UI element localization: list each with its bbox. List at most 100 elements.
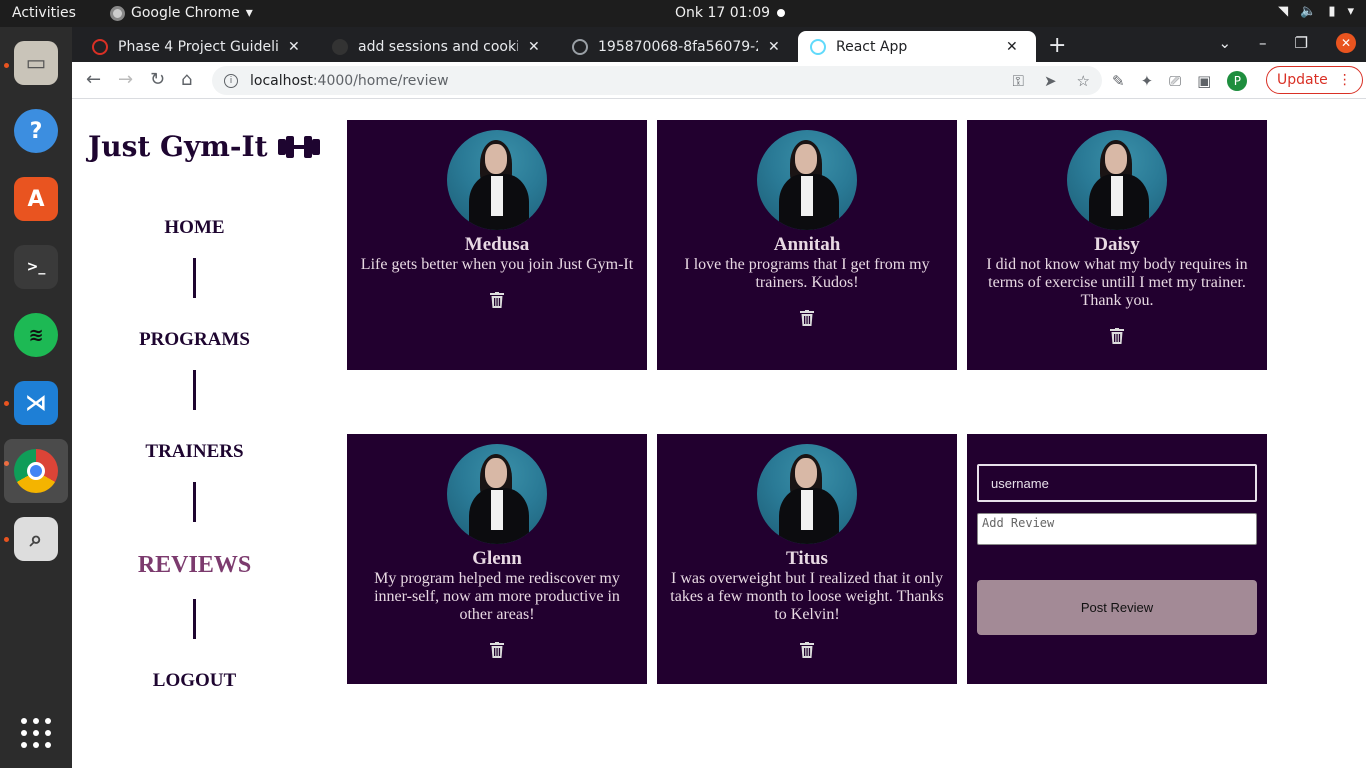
nav-divider — [193, 370, 196, 410]
profile-avatar[interactable]: P — [1227, 71, 1248, 91]
reload-icon[interactable]: ↻ — [150, 69, 165, 90]
post-review-button[interactable]: Post Review — [977, 580, 1257, 635]
review-card: Medusa Life gets better when you join Ju… — [347, 120, 647, 370]
app-grid-icon — [21, 718, 51, 748]
side-panel-icon[interactable]: ▣ — [1197, 72, 1211, 90]
review-text: I was overweight but I realized that it … — [670, 570, 944, 623]
new-tab-button[interactable]: + — [1048, 33, 1066, 58]
dock-software[interactable]: A — [4, 167, 68, 231]
username-input[interactable]: username — [977, 464, 1257, 502]
tab-sessions-cookies[interactable]: add sessions and cookies ✕ — [320, 31, 552, 62]
nav-divider — [193, 258, 196, 298]
battery-icon: ▮ — [1328, 4, 1336, 19]
reviewer-name: Glenn — [472, 548, 522, 569]
spotify-icon: ≋ — [14, 313, 58, 357]
dock-chrome[interactable] — [4, 439, 68, 503]
magnifier-icon: ⌕ — [14, 517, 58, 561]
extensions-puzzle-icon[interactable]: ✦ — [1141, 72, 1154, 90]
cast-icon[interactable]: ⎚ — [1169, 72, 1181, 90]
activities-button[interactable]: Activities — [12, 5, 76, 21]
caret-down-icon: ▾ — [245, 5, 253, 21]
tab-title: React App — [836, 38, 908, 55]
brand: Just Gym-It — [88, 130, 320, 163]
review-card: Titus I was overweight but I realized th… — [657, 434, 957, 684]
close-tab-icon[interactable]: ✕ — [1006, 39, 1018, 55]
system-top-bar: Activities Google Chrome ▾ Onk 17 01:09 … — [0, 0, 1366, 27]
forward-icon[interactable]: → — [118, 69, 133, 90]
home-icon[interactable]: ⌂ — [181, 69, 192, 90]
maximize-icon[interactable]: ❐ — [1295, 34, 1308, 52]
review-textarea[interactable]: Add Review — [977, 513, 1257, 545]
review-card: Annitah I love the programs that I get f… — [657, 120, 957, 370]
review-text: Life gets better when you join Just Gym-… — [360, 256, 634, 273]
brand-title: Just Gym-It — [88, 130, 268, 163]
caret-down-icon: ▾ — [1347, 4, 1354, 19]
nav-programs[interactable]: PROGRAMS — [72, 329, 317, 351]
site-info-icon[interactable]: i — [224, 73, 238, 88]
dock-image-viewer[interactable]: ⌕ — [4, 507, 68, 571]
tab-search-icon[interactable]: ⌄ — [1218, 34, 1231, 52]
nav-divider — [193, 482, 196, 522]
reviewer-avatar — [757, 130, 857, 230]
tab-image[interactable]: 195870068-8fa56079-248f ✕ — [560, 31, 792, 62]
chrome-icon — [110, 5, 125, 21]
tab-project-guidelines[interactable]: Phase 4 Project Guidelines ✕ — [80, 31, 312, 62]
more-menu-icon: ⋮ — [1337, 72, 1352, 88]
software-store-icon: A — [14, 177, 58, 221]
dock-show-apps[interactable] — [4, 701, 68, 765]
nav-reviews[interactable]: REVIEWS — [72, 552, 317, 579]
nav-divider — [193, 599, 196, 639]
delete-trash-icon[interactable] — [1110, 328, 1124, 349]
nav-home[interactable]: HOME — [72, 217, 317, 239]
review-card: Glenn My program helped me rediscover my… — [347, 434, 647, 684]
clock[interactable]: Onk 17 01:09 — [675, 5, 770, 21]
close-tab-icon[interactable]: ✕ — [288, 39, 300, 55]
reviewer-name: Titus — [786, 548, 828, 569]
tab-react-app[interactable]: React App ✕ — [798, 31, 1036, 62]
update-label: Update — [1277, 72, 1328, 88]
tab-strip: Phase 4 Project Guidelines ✕ add session… — [72, 27, 1366, 62]
reviewer-avatar — [447, 444, 547, 544]
back-icon[interactable]: ← — [86, 69, 101, 90]
delete-trash-icon[interactable] — [800, 642, 814, 663]
reviewer-avatar — [1067, 130, 1167, 230]
dock-files[interactable]: ▭ — [4, 31, 68, 95]
github-icon — [332, 38, 348, 55]
terminal-icon: >_ — [14, 245, 58, 289]
dock-spotify[interactable]: ≋ — [4, 303, 68, 367]
address-bar[interactable]: i localhost:4000/home/review ⚿ ➤ ☆ — [212, 66, 1102, 95]
close-window-icon[interactable]: ✕ — [1336, 33, 1356, 53]
tab-title: 195870068-8fa56079-248f — [598, 38, 758, 55]
globe-icon — [572, 38, 588, 55]
wifi-icon: ◥ — [1278, 4, 1289, 19]
system-tray[interactable]: ◥ 🔈 ▮ ▾ — [1278, 4, 1354, 19]
nav-trainers[interactable]: TRAINERS — [72, 441, 317, 463]
dock-terminal[interactable]: >_ — [4, 235, 68, 299]
bookmark-star-icon[interactable]: ☆ — [1077, 72, 1090, 90]
dock: ▭ ? A >_ ≋ ⋊ ⌕ — [0, 27, 72, 768]
send-icon[interactable]: ➤ — [1044, 72, 1057, 90]
nav-logout[interactable]: LOGOUT — [72, 670, 317, 692]
volume-icon: 🔈 — [1300, 4, 1317, 19]
chrome-icon — [14, 449, 58, 493]
close-tab-icon[interactable]: ✕ — [528, 39, 540, 55]
review-card: Daisy I did not know what my body requir… — [967, 120, 1267, 370]
update-button[interactable]: Update ⋮ — [1266, 66, 1363, 94]
page-content: Just Gym-It HOME PROGRAMS TRAINERS REVIE… — [72, 100, 1366, 768]
reviewer-name: Medusa — [464, 234, 530, 255]
key-icon[interactable]: ⚿ — [1013, 72, 1024, 90]
delete-trash-icon[interactable] — [490, 642, 504, 663]
dock-help[interactable]: ? — [4, 99, 68, 163]
delete-trash-icon[interactable] — [490, 292, 504, 313]
extension-pen-icon[interactable]: ✎ — [1112, 72, 1125, 90]
minimize-icon[interactable]: – — [1259, 34, 1267, 52]
url-path: :4000/home/review — [312, 72, 449, 89]
review-text: I did not know what my body requires in … — [986, 256, 1248, 309]
reviewer-name: Annitah — [773, 234, 841, 255]
app-menu-label: Google Chrome — [131, 5, 240, 21]
dock-vscode[interactable]: ⋊ — [4, 371, 68, 435]
reviewer-avatar — [447, 130, 547, 230]
delete-trash-icon[interactable] — [800, 310, 814, 331]
close-tab-icon[interactable]: ✕ — [768, 39, 780, 55]
app-menu[interactable]: Google Chrome ▾ — [110, 5, 253, 21]
